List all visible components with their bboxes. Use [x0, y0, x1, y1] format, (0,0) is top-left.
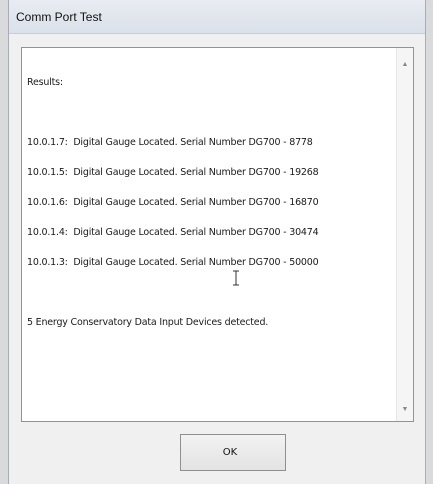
comm-port-test-dialog: Comm Port Test Results: 10.0.1.7: Digita…	[8, 0, 426, 484]
scroll-down-arrow-icon[interactable]: ▼	[397, 402, 413, 418]
results-content: Results: 10.0.1.7: Digital Gauge Located…	[27, 58, 391, 417]
title-bar[interactable]: Comm Port Test	[9, 0, 425, 34]
result-line: 10.0.1.5: Digital Gauge Located. Serial …	[27, 167, 319, 178]
result-line: 10.0.1.4: Digital Gauge Located. Serial …	[27, 227, 319, 238]
scroll-up-arrow-icon[interactable]: ▲	[397, 57, 413, 73]
results-header: Results:	[27, 77, 63, 88]
vertical-scrollbar[interactable]: ▲ ▼	[396, 48, 413, 421]
results-text-area[interactable]: Results: 10.0.1.7: Digital Gauge Located…	[21, 47, 414, 422]
text-ibeam-cursor-icon	[233, 270, 239, 286]
ok-button[interactable]: OK	[180, 434, 286, 471]
window-title: Comm Port Test	[16, 10, 102, 24]
results-summary: 5 Energy Conservatory Data Input Devices…	[27, 317, 269, 328]
result-line: 10.0.1.3: Digital Gauge Located. Serial …	[27, 257, 319, 268]
result-line: 10.0.1.7: Digital Gauge Located. Serial …	[27, 137, 313, 148]
result-line: 10.0.1.6: Digital Gauge Located. Serial …	[27, 197, 319, 208]
